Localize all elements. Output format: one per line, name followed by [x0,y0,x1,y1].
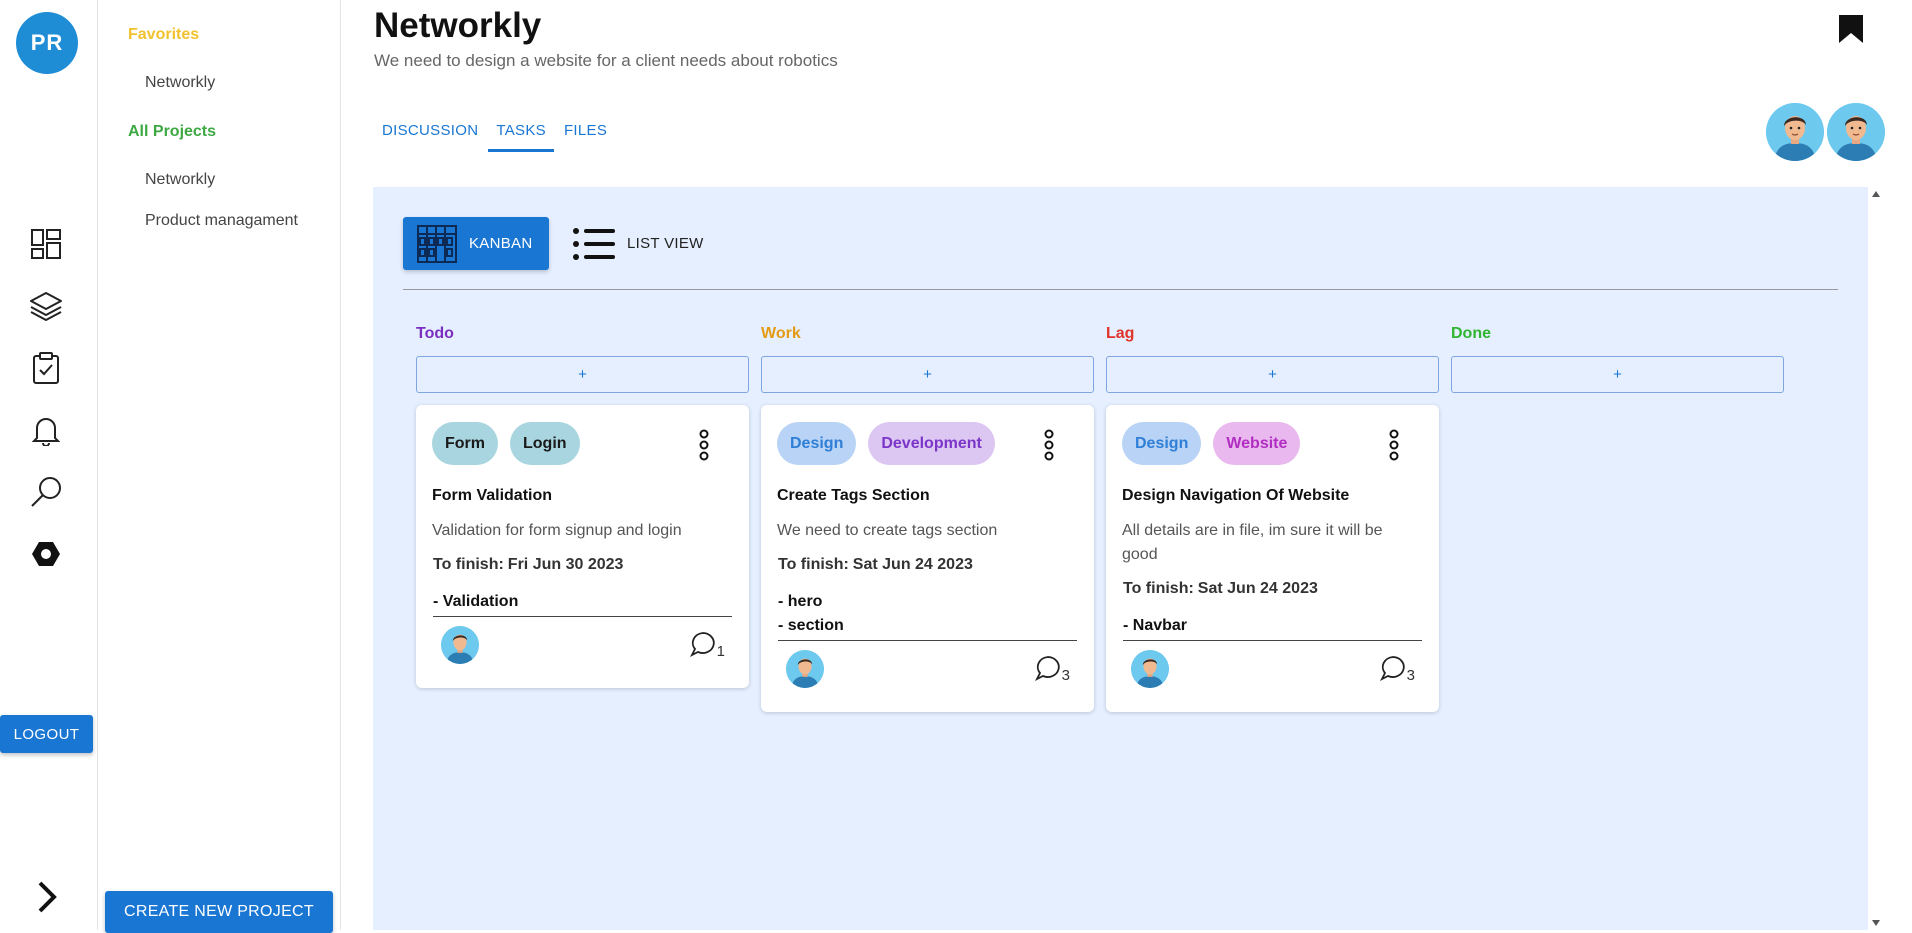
settings-hexagon-icon[interactable] [28,536,64,572]
comment-icon [1379,656,1405,681]
create-new-project-button[interactable]: CREATE NEW PROJECT [105,891,333,933]
comments-count[interactable]: 3 [1034,655,1070,684]
column-title-todo: Todo [416,325,454,342]
team-member-avatar[interactable] [1827,103,1885,161]
column-title-lag: Lag [1106,325,1135,342]
tag-chip[interactable]: Design [1122,422,1202,465]
favorite-item-networkly[interactable]: Networkly [145,74,215,92]
project-tabs: DISCUSSION TASKS FILES [374,110,617,154]
favorites-heading: Favorites [128,26,200,43]
assignee-avatar[interactable] [1131,650,1169,688]
card-description: All details are in file, im sure it will… [1122,522,1383,563]
column-title-work: Work [761,325,801,342]
search-icon[interactable] [28,474,64,510]
board-scrollbar[interactable] [1868,187,1884,930]
comment-icon [689,632,715,657]
scroll-up-arrow-icon[interactable] [1872,191,1880,197]
tag-chip[interactable]: Website [1213,422,1301,465]
comments-count[interactable]: 1 [689,631,725,660]
page-title: Networkly [374,6,542,45]
add-task-button-lag[interactable]: + [1106,356,1439,393]
comments-count[interactable]: 3 [1379,655,1415,684]
subtask-item: - hero [778,593,823,610]
due-value: Fri Jun 30 2023 [507,556,624,573]
card-title: Create Tags Section [777,487,930,504]
card-subtasks: - Validation [433,590,732,617]
subtask-item: - Navbar [1123,617,1188,634]
project-item-product-managament[interactable]: Product managament [145,212,298,230]
layers-icon[interactable] [28,288,64,324]
logout-button[interactable]: LOGOUT [0,715,93,753]
due-label: To finish: [1123,580,1194,597]
assignee-avatar[interactable] [786,650,824,688]
chevron-right-icon[interactable] [30,880,64,914]
tab-tasks[interactable]: TASKS [488,110,554,152]
dashboard-icon[interactable] [28,226,64,262]
due-label: To finish: [433,556,504,573]
kanban-board-icon [417,224,457,264]
subtask-item: - Validation [433,593,519,610]
column-title-done: Done [1451,325,1491,342]
add-task-button-todo[interactable]: + [416,356,749,393]
due-value: Sat Jun 24 2023 [1197,580,1318,597]
user-avatar[interactable]: PR [16,12,78,74]
kanban-board: KANBAN LIST VIEW Todo Work Lag Done + + … [373,187,1868,930]
more-vertical-icon[interactable] [1042,429,1056,461]
page-subtitle: We need to design a website for a client… [374,51,838,70]
card-title: Design Navigation Of Website [1122,487,1350,504]
subtask-item: - section [778,617,844,634]
comment-icon [1034,656,1060,681]
list-view-label: LIST VIEW [627,235,704,252]
kanban-view-label: KANBAN [469,235,533,252]
tab-files[interactable]: FILES [556,110,615,152]
tag-chip[interactable]: Development [868,422,995,465]
bell-icon[interactable] [28,412,64,448]
due-value: Sat Jun 24 2023 [852,556,973,573]
all-projects-heading: All Projects [128,123,217,140]
add-task-button-done[interactable]: + [1451,356,1784,393]
more-vertical-icon[interactable] [1387,429,1401,461]
comments-value: 3 [1061,667,1070,684]
task-card[interactable]: Design Website Design Navigation Of Webs… [1106,405,1439,712]
task-card[interactable]: Form Login Form Validation Validation fo… [416,405,749,688]
tag-chip[interactable]: Design [777,422,857,465]
card-subtasks: - hero - section [778,590,1077,641]
comments-value: 1 [716,643,725,660]
board-divider [403,289,1838,290]
project-item-networkly[interactable]: Networkly [145,171,215,189]
add-task-button-work[interactable]: + [761,356,1094,393]
card-title: Form Validation [432,487,553,504]
icon-rail: PR LOGOUT [0,0,98,930]
card-due-date: To finish: Sat Jun 24 2023 [1123,580,1318,598]
tag-chip[interactable]: Login [510,422,580,465]
list-view-button[interactable]: LIST VIEW [573,217,713,270]
team-members [1763,103,1885,161]
project-sidebar: Favorites Networkly All Projects Network… [98,0,341,933]
card-due-date: To finish: Sat Jun 24 2023 [778,556,973,574]
comments-value: 3 [1406,667,1415,684]
card-due-date: To finish: Fri Jun 30 2023 [433,556,623,574]
team-member-avatar[interactable] [1766,103,1824,161]
scroll-down-arrow-icon[interactable] [1872,920,1880,926]
bookmark-icon[interactable] [1838,14,1864,44]
assignee-avatar[interactable] [441,626,479,664]
task-card[interactable]: Design Development Create Tags Section W… [761,405,1094,712]
list-icon [573,227,615,261]
tab-discussion[interactable]: DISCUSSION [374,110,486,152]
card-subtasks: - Navbar [1123,614,1422,641]
kanban-view-button[interactable]: KANBAN [403,217,549,270]
more-vertical-icon[interactable] [697,429,711,461]
tag-chip[interactable]: Form [432,422,498,465]
card-description: Validation for form signup and login [432,522,682,539]
due-label: To finish: [778,556,849,573]
task-clipboard-icon[interactable] [28,350,64,386]
card-description: We need to create tags section [777,522,998,539]
